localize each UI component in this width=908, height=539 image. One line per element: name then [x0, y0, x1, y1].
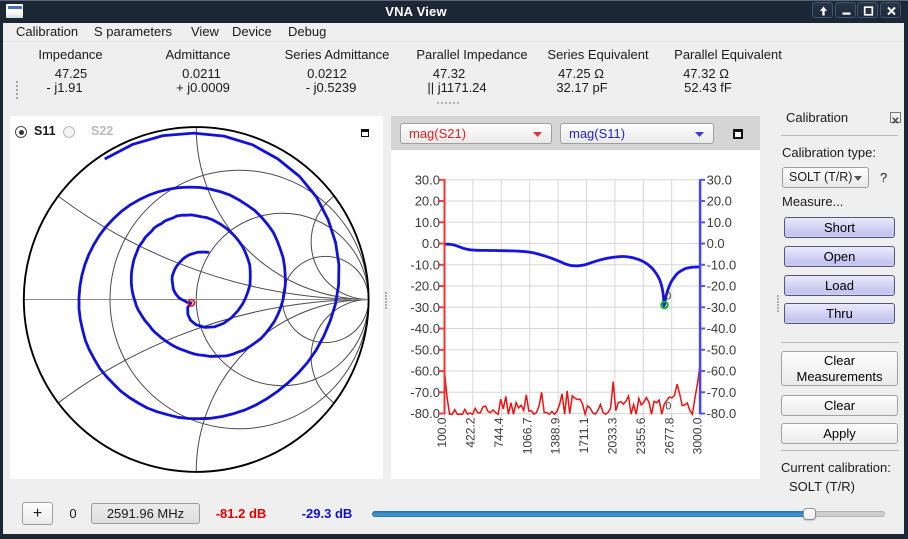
svg-text:2033.3: 2033.3	[606, 417, 620, 454]
svg-text:-30.0: -30.0	[410, 299, 440, 314]
svg-text:-40.0: -40.0	[707, 321, 737, 336]
svg-text:20.0: 20.0	[707, 193, 732, 208]
svg-text:20.0: 20.0	[415, 193, 440, 208]
svg-text:-50.0: -50.0	[410, 342, 440, 357]
svg-text:-40.0: -40.0	[410, 321, 440, 336]
svg-text:0.0: 0.0	[422, 236, 440, 251]
svg-text:422.2: 422.2	[464, 417, 478, 447]
svg-text:-70.0: -70.0	[410, 384, 440, 399]
svg-text:2677.8: 2677.8	[662, 417, 676, 454]
svg-text:744.4: 744.4	[492, 417, 506, 447]
svg-text:-70.0: -70.0	[707, 384, 737, 399]
svg-text:3000.0: 3000.0	[691, 417, 705, 454]
svg-text:1066.7: 1066.7	[520, 417, 534, 454]
svg-text:0: 0	[665, 400, 671, 412]
svg-text:1388.9: 1388.9	[549, 417, 563, 454]
svg-text:-10.0: -10.0	[707, 257, 737, 272]
svg-text:1711.1: 1711.1	[577, 417, 591, 453]
svg-text:2355.6: 2355.6	[634, 417, 648, 454]
svg-text:10.0: 10.0	[415, 214, 440, 229]
svg-text:-50.0: -50.0	[707, 342, 737, 357]
svg-text:30.0: 30.0	[707, 172, 732, 187]
svg-text:100.0: 100.0	[435, 417, 449, 447]
svg-text:-10.0: -10.0	[410, 257, 440, 272]
svg-text:-80.0: -80.0	[707, 406, 737, 421]
svg-text:-20.0: -20.0	[410, 278, 440, 293]
svg-text:0.0: 0.0	[707, 236, 725, 251]
svg-text:30.0: 30.0	[415, 172, 440, 187]
svg-text:0: 0	[665, 290, 671, 302]
svg-text:-30.0: -30.0	[707, 299, 737, 314]
svg-text:-20.0: -20.0	[707, 278, 737, 293]
svg-text:10.0: 10.0	[707, 214, 732, 229]
svg-text:-60.0: -60.0	[410, 363, 440, 378]
svg-text:-60.0: -60.0	[707, 363, 737, 378]
